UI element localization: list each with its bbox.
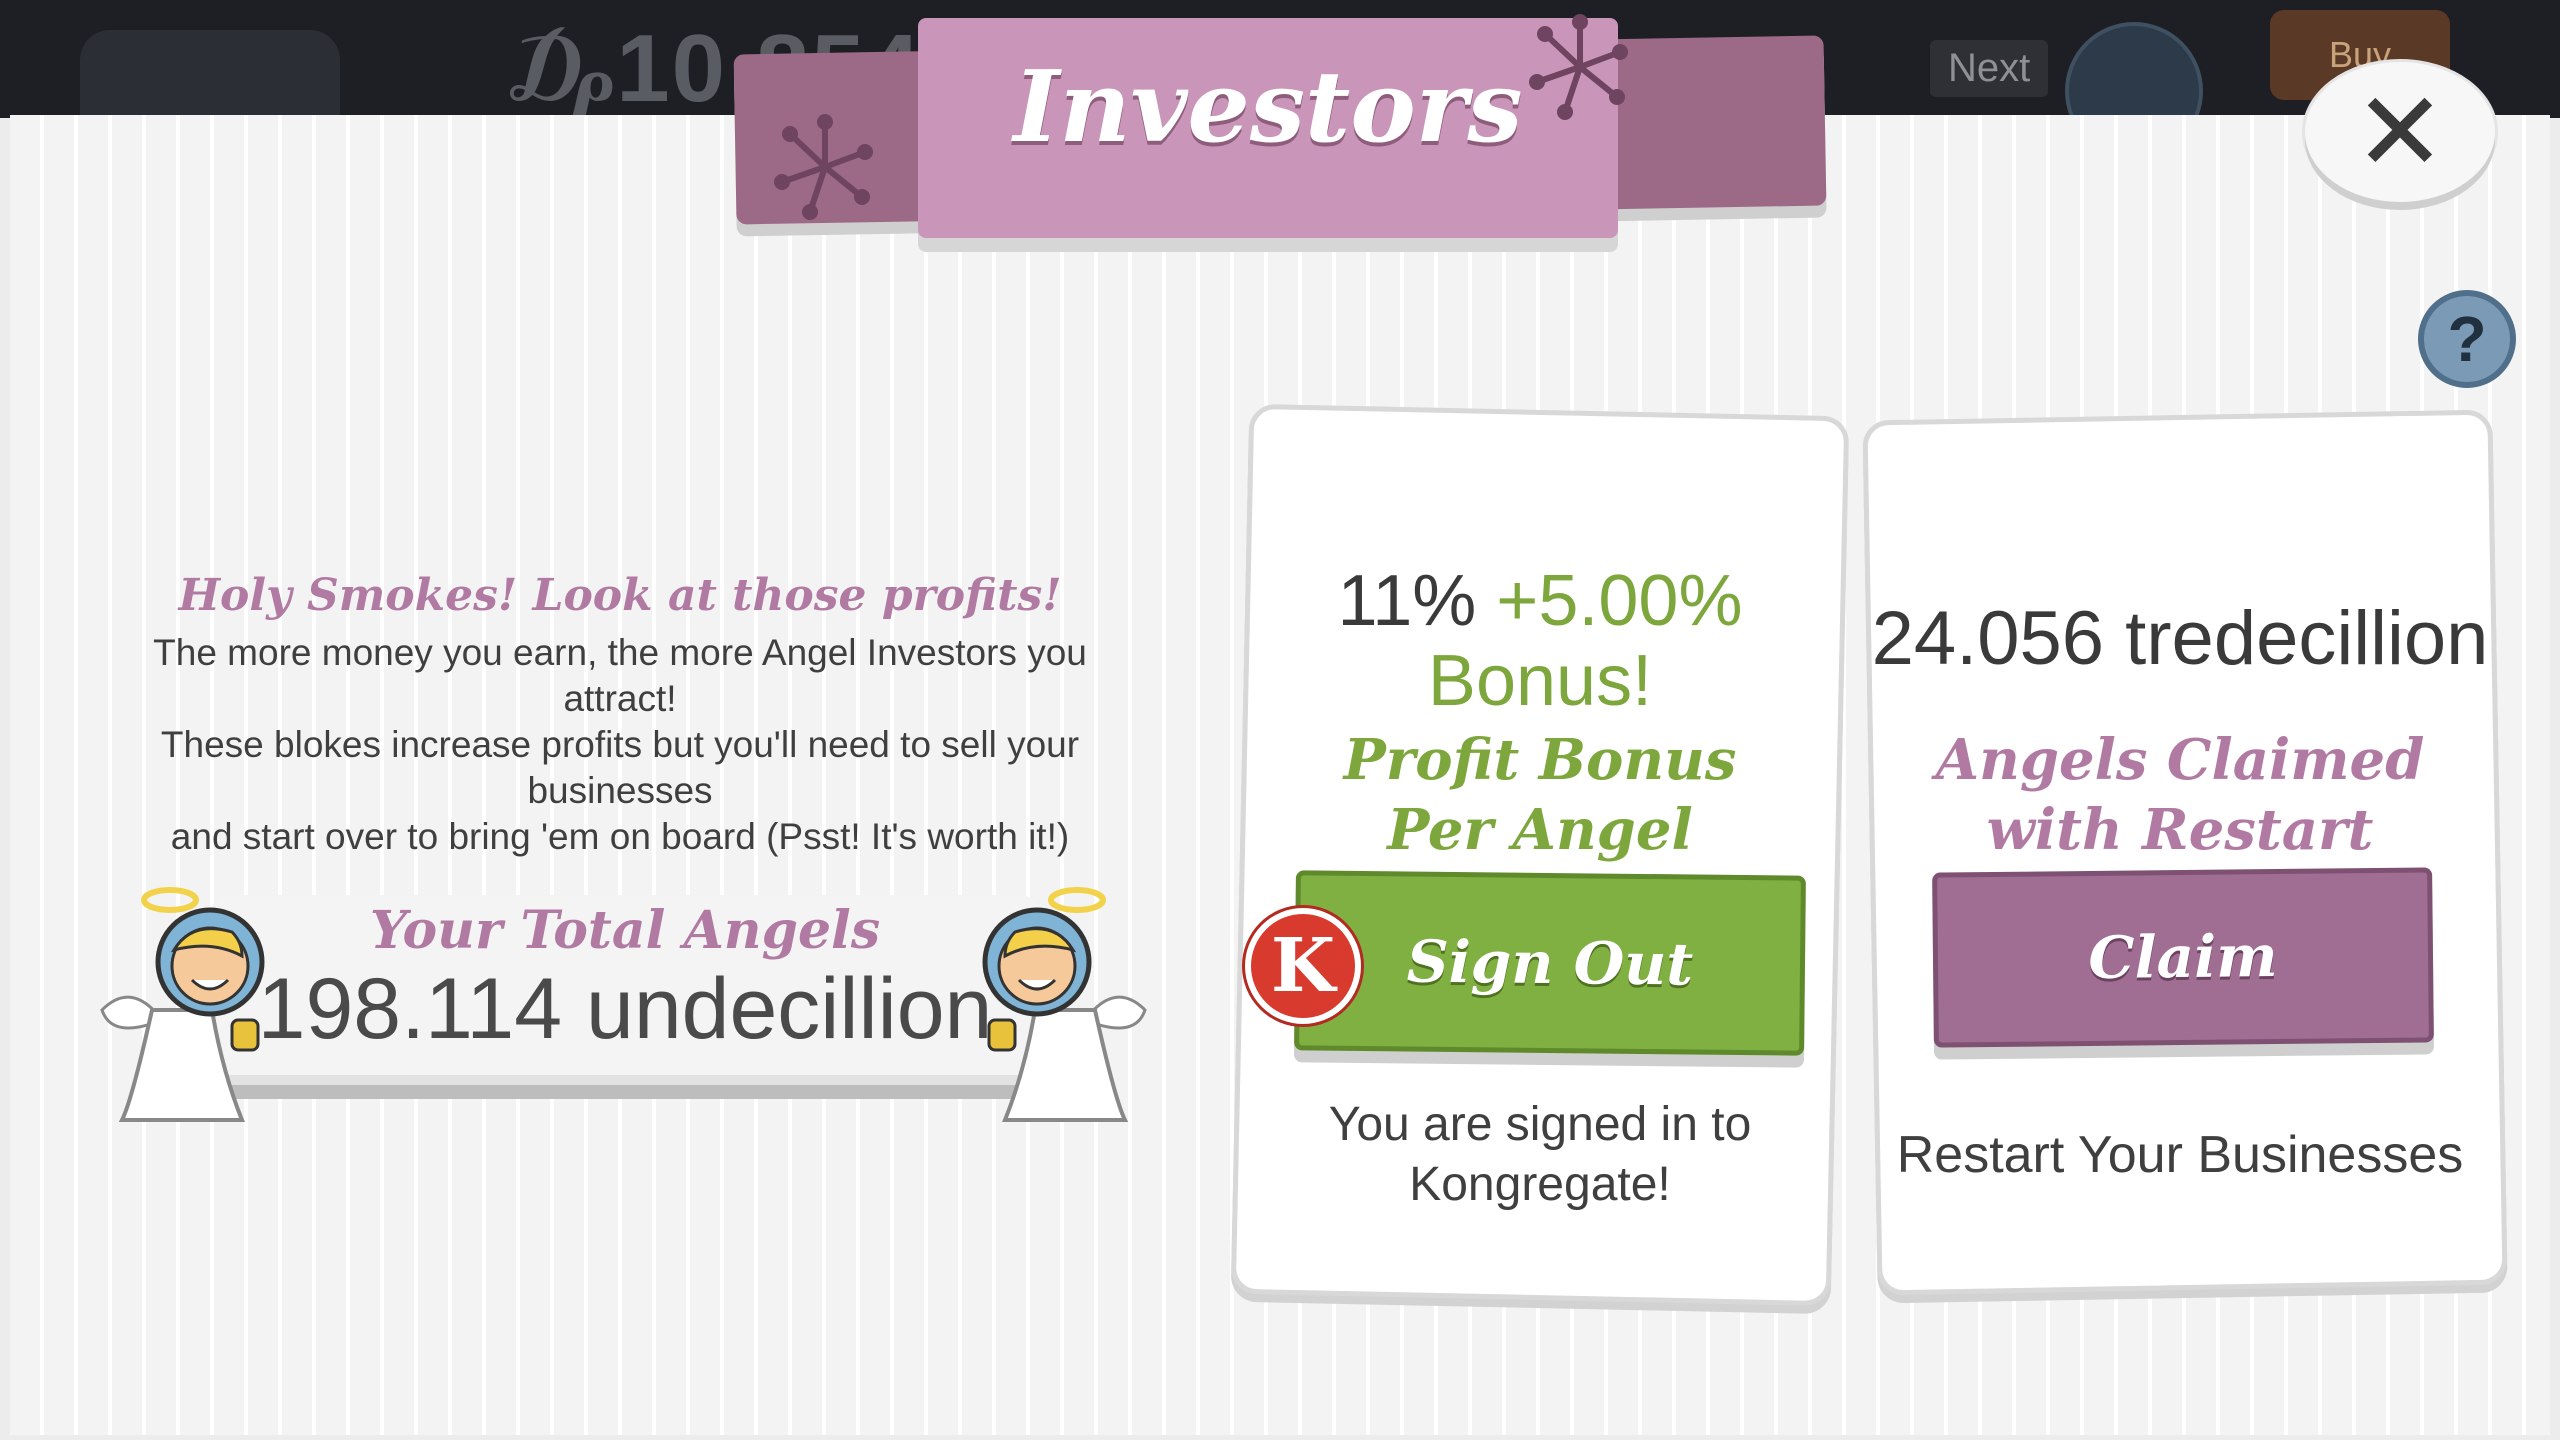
intro-body: The more money you earn, the more Angel … (110, 630, 1130, 860)
intro-line: and start over to bring 'em on board (Ps… (170, 816, 1070, 857)
bonus-label: Bonus! (1427, 641, 1653, 721)
help-button[interactable]: ? (2418, 290, 2516, 388)
modal-title: Investors (1013, 50, 1523, 165)
total-angels-label: Your Total Angels (369, 900, 881, 961)
claim-button[interactable]: Claim (1932, 867, 2434, 1048)
bonus-percent-increment: +5.00% (1496, 561, 1743, 641)
signed-in-line: You are signed in to (1328, 1098, 1752, 1151)
signed-in-status: You are signed in to Kongregate! (1240, 1095, 1840, 1215)
bonus-description: Profit Bonus Per Angel (1240, 725, 1840, 865)
close-button[interactable]: ✕ (2305, 62, 2495, 202)
bonus-percent-base: 11% (1337, 561, 1477, 641)
intro-heading: Holy Smokes! Look at those profits! (178, 570, 1062, 621)
intro-line: These blokes increase profits but you'll… (160, 724, 1080, 811)
claim-desc-line: Angels Claimed (1935, 727, 2425, 793)
bonus-desc-line: Per Angel (1387, 797, 1693, 863)
bonus-desc-line: Profit Bonus (1343, 727, 1737, 793)
total-angels-value: 198.114 undecillion (257, 961, 993, 1057)
starburst-icon (1529, 14, 1628, 120)
angel-icon (100, 887, 265, 1122)
angel-icon (982, 887, 1147, 1122)
question-mark-icon: ? (2447, 303, 2487, 375)
hud-next-button: Next (1930, 40, 2049, 97)
claimable-angels-value: 24.056 tredecillion (1871, 596, 2489, 681)
signed-in-line: Kongregate! (1409, 1158, 1671, 1211)
bonus-percent: 11% +5.00% (1240, 560, 1840, 642)
claim-desc-line: with Restart (1986, 797, 2374, 863)
close-x-icon: ✕ (2353, 68, 2447, 196)
sign-out-button[interactable]: Sign Out (1294, 870, 1806, 1056)
claim-description: Angels Claimed with Restart (1870, 725, 2490, 865)
starburst-icon (774, 114, 873, 220)
kongregate-logo-icon: K (1245, 908, 1361, 1024)
intro-line: The more money you earn, the more Angel … (153, 632, 1087, 719)
restart-businesses-label: Restart Your Businesses (1896, 1126, 2464, 1184)
